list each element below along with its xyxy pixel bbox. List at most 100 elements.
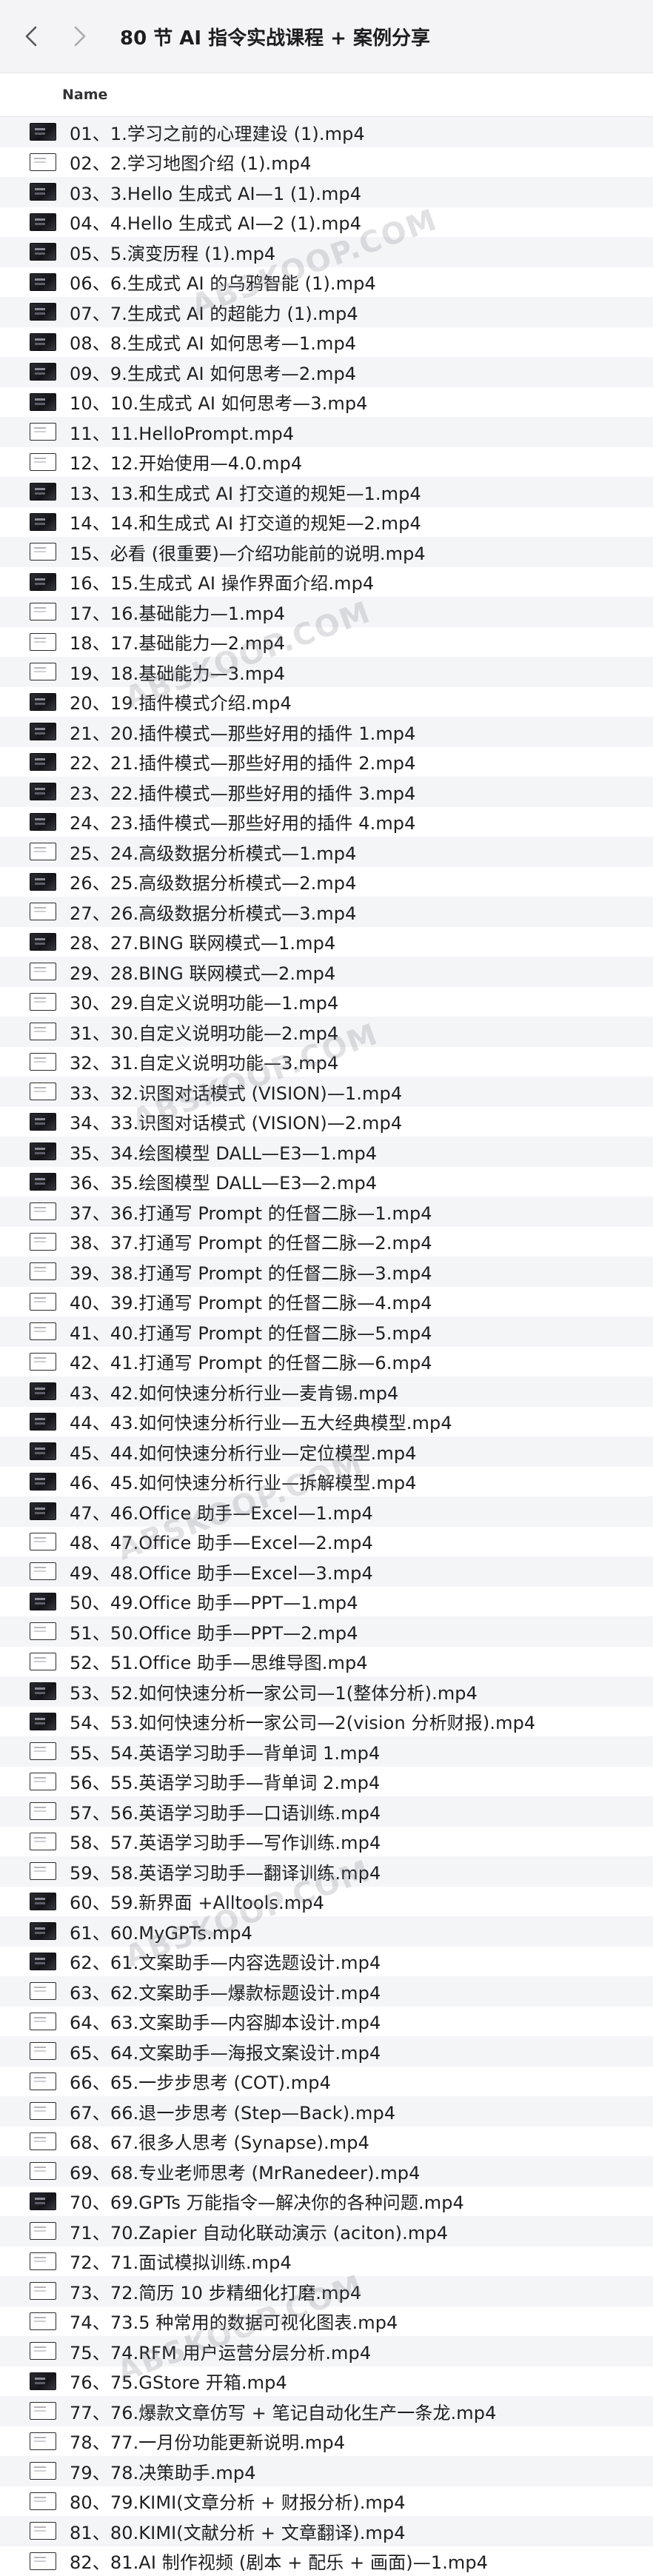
file-row[interactable]: 65、64.文案助手—海报文案设计.mp4 — [0, 2036, 653, 2067]
file-name: 77、76.爆款文章仿写 + 笔记自动化生产一条龙.mp4 — [70, 2398, 496, 2424]
file-name: 01、1.学习之前的心理建设 (1).mp4 — [70, 119, 365, 145]
file-row[interactable]: 71、70.Zapier 自动化联动演示 (aciton).mp4 — [0, 2216, 653, 2247]
file-row[interactable]: 31、30.自定义说明功能—2.mp4 — [0, 1017, 653, 1047]
file-row[interactable]: 42、41.打通写 Prompt 的任督二脉—6.mp4 — [0, 1347, 653, 1377]
file-row[interactable]: 80、79.KIMI(文章分析 + 财报分析).mp4 — [0, 2486, 653, 2517]
file-row[interactable]: 34、33.识图对话模式 (VISION)—2.mp4 — [0, 1107, 653, 1137]
video-file-icon — [30, 2312, 56, 2330]
video-file-icon — [30, 1233, 56, 1251]
file-row[interactable]: 27、26.高级数据分析模式—3.mp4 — [0, 897, 653, 927]
file-row[interactable]: 44、43.如何快速分析行业—五大经典模型.mp4 — [0, 1407, 653, 1437]
file-row[interactable]: 24、23.插件模式—那些好用的插件 4.mp4 — [0, 807, 653, 837]
file-row[interactable]: 41、40.打通写 Prompt 的任督二脉—5.mp4 — [0, 1317, 653, 1347]
file-row[interactable]: 68、67.很多人思考 (Synapse).mp4 — [0, 2127, 653, 2157]
video-file-icon — [30, 2462, 56, 2480]
video-file-icon — [30, 543, 56, 561]
file-row[interactable]: 26、25.高级数据分析模式—2.mp4 — [0, 867, 653, 897]
file-row[interactable]: 79、78.决策助手.mp4 — [0, 2456, 653, 2486]
file-row[interactable]: 62、61.文案助手—内容选题设计.mp4 — [0, 1947, 653, 1977]
file-row[interactable]: 30、29.自定义说明功能—1.mp4 — [0, 987, 653, 1017]
video-file-icon — [30, 993, 56, 1011]
file-row[interactable]: 18、17.基础能力—2.mp4 — [0, 627, 653, 658]
file-row[interactable]: 54、53.如何快速分析一家公司—2(vision 分析财报).mp4 — [0, 1707, 653, 1737]
file-row[interactable]: 02、2.学习地图介绍 (1).mp4 — [0, 147, 653, 178]
file-row[interactable]: 47、46.Office 助手—Excel—1.mp4 — [0, 1496, 653, 1527]
file-name: 74、73.5 种常用的数据可视化图表.mp4 — [70, 2308, 398, 2334]
file-row[interactable]: 25、24.高级数据分析模式—1.mp4 — [0, 837, 653, 867]
video-file-icon — [30, 1682, 56, 1700]
file-row[interactable]: 77、76.爆款文章仿写 + 笔记自动化生产一条龙.mp4 — [0, 2396, 653, 2426]
file-row[interactable]: 07、7.生成式 AI 的超能力 (1).mp4 — [0, 297, 653, 327]
file-row[interactable]: 36、35.绘图模型 DALL—E3—2.mp4 — [0, 1167, 653, 1197]
file-row[interactable]: 45、44.如何快速分析行业—定位模型.mp4 — [0, 1436, 653, 1467]
file-row[interactable]: 81、80.KIMI(文献分析 + 文章翻译).mp4 — [0, 2516, 653, 2546]
back-button[interactable] — [16, 14, 46, 58]
file-row[interactable]: 67、66.退一步思考 (Step—Back).mp4 — [0, 2096, 653, 2127]
file-row[interactable]: 52、51.Office 助手—思维导图.mp4 — [0, 1647, 653, 1677]
file-row[interactable]: 12、12.开始使用—4.0.mp4 — [0, 447, 653, 478]
video-file-icon — [30, 753, 56, 771]
file-row[interactable]: 51、50.Office 助手—PPT—2.mp4 — [0, 1616, 653, 1647]
file-row[interactable]: 23、22.插件模式—那些好用的插件 3.mp4 — [0, 777, 653, 807]
file-row[interactable]: 11、11.HelloPrompt.mp4 — [0, 417, 653, 447]
file-name: 51、50.Office 助手—PPT—2.mp4 — [70, 1619, 358, 1645]
file-row[interactable]: 13、13.和生成式 AI 打交道的规矩—1.mp4 — [0, 477, 653, 507]
file-row[interactable]: 04、4.Hello 生成式 AI—2 (1).mp4 — [0, 207, 653, 238]
video-file-icon — [30, 573, 56, 591]
file-row[interactable]: 48、47.Office 助手—Excel—2.mp4 — [0, 1527, 653, 1557]
file-row[interactable]: 40、39.打通写 Prompt 的任督二脉—4.mp4 — [0, 1287, 653, 1317]
file-row[interactable]: 75、74.RFM 用户运营分层分析.mp4 — [0, 2336, 653, 2366]
file-row[interactable]: 61、60.MyGPTs.mp4 — [0, 1916, 653, 1947]
file-row[interactable]: 64、63.文案助手—内容脚本设计.mp4 — [0, 2007, 653, 2037]
file-row[interactable]: 57、56.英语学习助手—口语训练.mp4 — [0, 1796, 653, 1827]
file-row[interactable]: 70、69.GPTs 万能指令—解决你的各种问题.mp4 — [0, 2187, 653, 2217]
file-row[interactable]: 17、16.基础能力—1.mp4 — [0, 597, 653, 627]
file-row[interactable]: 63、62.文案助手—爆款标题设计.mp4 — [0, 1976, 653, 2007]
file-row[interactable]: 39、38.打通写 Prompt 的任督二脉—3.mp4 — [0, 1257, 653, 1287]
file-row[interactable]: 55、54.英语学习助手—背单词 1.mp4 — [0, 1736, 653, 1767]
file-row[interactable]: 78、77.一月份功能更新说明.mp4 — [0, 2426, 653, 2457]
file-row[interactable]: 28、27.BING 联网模式—1.mp4 — [0, 927, 653, 957]
file-row[interactable]: 06、6.生成式 AI 的乌鸦智能 (1).mp4 — [0, 267, 653, 298]
file-row[interactable]: 73、72.简历 10 步精细化打磨.mp4 — [0, 2276, 653, 2306]
file-row[interactable]: 10、10.生成式 AI 如何思考—3.mp4 — [0, 387, 653, 418]
file-row[interactable]: 58、57.英语学习助手—写作训练.mp4 — [0, 1827, 653, 1857]
file-row[interactable]: 82、81.AI 制作视频 (剧本 + 配乐 + 画面)—1.mp4 — [0, 2546, 653, 2576]
file-row[interactable]: 16、15.生成式 AI 操作界面介绍.mp4 — [0, 567, 653, 598]
file-row[interactable]: 43、42.如何快速分析行业—麦肯锡.mp4 — [0, 1376, 653, 1407]
file-row[interactable]: 66、65.一步步思考 (COT).mp4 — [0, 2067, 653, 2097]
file-row[interactable]: 22、21.插件模式—那些好用的插件 2.mp4 — [0, 747, 653, 777]
file-row[interactable]: 15、必看 (很重要)—介绍功能前的说明.mp4 — [0, 537, 653, 567]
file-row[interactable]: 38、37.打通写 Prompt 的任督二脉—2.mp4 — [0, 1227, 653, 1257]
file-row[interactable]: 19、18.基础能力—3.mp4 — [0, 657, 653, 687]
file-row[interactable]: 29、28.BING 联网模式—2.mp4 — [0, 957, 653, 987]
file-row[interactable]: 49、48.Office 助手—Excel—3.mp4 — [0, 1556, 653, 1587]
file-row[interactable]: 60、59.新界面 +Alltools.mp4 — [0, 1887, 653, 1917]
file-row[interactable]: 09、9.生成式 AI 如何思考—2.mp4 — [0, 357, 653, 387]
file-row[interactable]: 20、19.插件模式介绍.mp4 — [0, 687, 653, 717]
file-row[interactable]: 03、3.Hello 生成式 AI—1 (1).mp4 — [0, 177, 653, 207]
file-row[interactable]: 50、49.Office 助手—PPT—1.mp4 — [0, 1587, 653, 1617]
file-row[interactable]: 37、36.打通写 Prompt 的任督二脉—1.mp4 — [0, 1197, 653, 1227]
file-row[interactable]: 33、32.识图对话模式 (VISION)—1.mp4 — [0, 1077, 653, 1107]
file-name: 06、6.生成式 AI 的乌鸦智能 (1).mp4 — [70, 269, 376, 295]
file-row[interactable]: 01、1.学习之前的心理建设 (1).mp4 — [0, 117, 653, 147]
file-row[interactable]: 08、8.生成式 AI 如何思考—1.mp4 — [0, 327, 653, 358]
file-row[interactable]: 21、20.插件模式—那些好用的插件 1.mp4 — [0, 717, 653, 747]
file-row[interactable]: 74、73.5 种常用的数据可视化图表.mp4 — [0, 2306, 653, 2337]
column-header-name[interactable]: Name — [0, 73, 653, 117]
file-row[interactable]: 35、34.绘图模型 DALL—E3—1.mp4 — [0, 1137, 653, 1167]
file-row[interactable]: 46、45.如何快速分析行业—拆解模型.mp4 — [0, 1467, 653, 1497]
file-row[interactable]: 59、58.英语学习助手—翻译训练.mp4 — [0, 1856, 653, 1887]
file-row[interactable]: 76、75.GStore 开箱.mp4 — [0, 2366, 653, 2397]
file-row[interactable]: 05、5.演变历程 (1).mp4 — [0, 237, 653, 267]
file-row[interactable]: 69、68.专业老师思考 (MrRanedeer).mp4 — [0, 2156, 653, 2187]
file-row[interactable]: 72、71.面试模拟训练.mp4 — [0, 2247, 653, 2277]
file-row[interactable]: 14、14.和生成式 AI 打交道的规矩—2.mp4 — [0, 507, 653, 538]
video-file-icon — [30, 1293, 56, 1311]
file-row[interactable]: 32、31.自定义说明功能—3.mp4 — [0, 1047, 653, 1077]
file-row[interactable]: 56、55.英语学习助手—背单词 2.mp4 — [0, 1767, 653, 1797]
file-name: 73、72.简历 10 步精细化打磨.mp4 — [70, 2278, 361, 2304]
file-row[interactable]: 53、52.如何快速分析一家公司—1(整体分析).mp4 — [0, 1676, 653, 1707]
forward-button[interactable] — [65, 14, 95, 58]
